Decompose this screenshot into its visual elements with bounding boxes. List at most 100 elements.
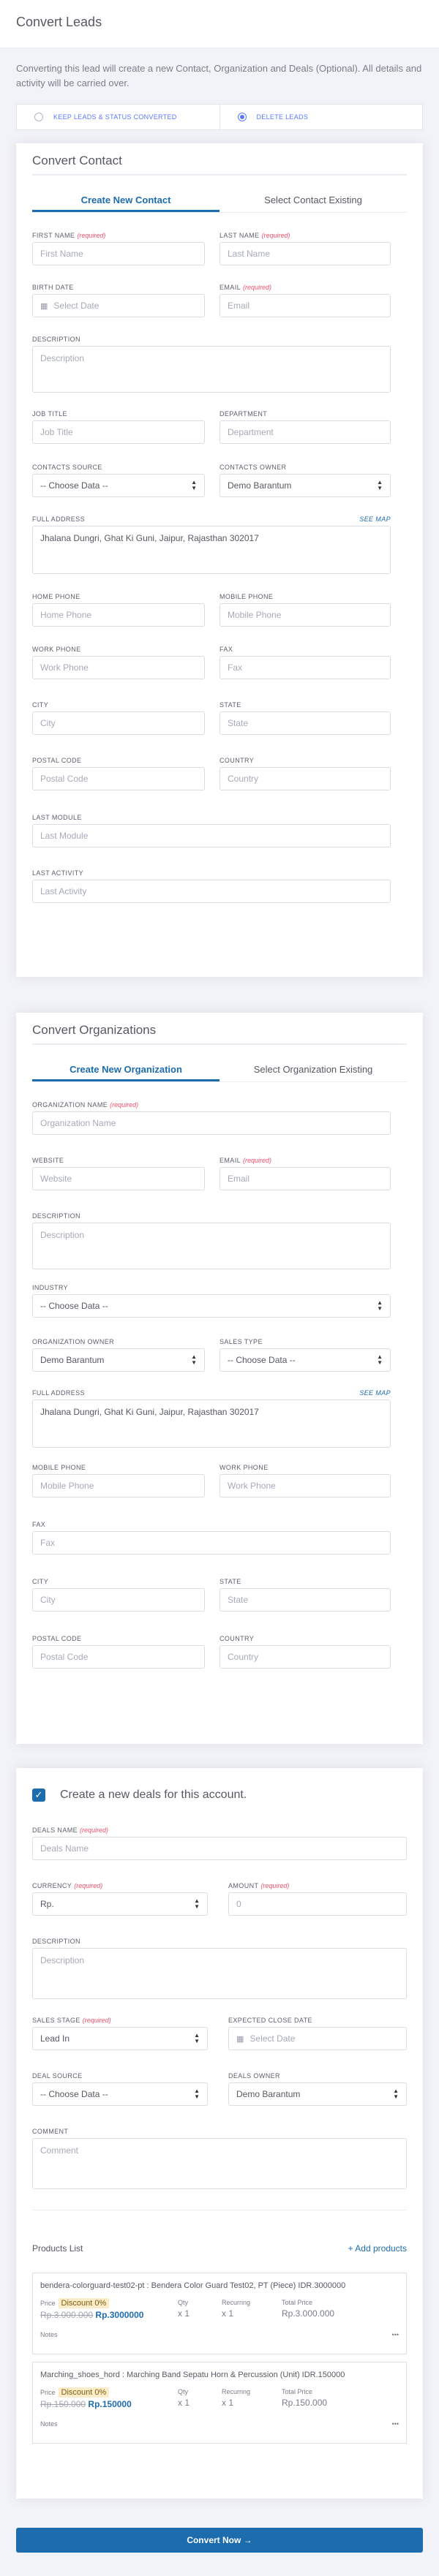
tab-create-new-organization[interactable]: Create New Organization: [32, 1060, 220, 1081]
tab-create-new-contact[interactable]: Create New Contact: [32, 190, 220, 212]
required-marker: (required): [77, 232, 106, 239]
expected-close-date-field[interactable]: ▦ Select Date: [228, 2027, 407, 2050]
sort-arrows-icon: ▲ ▼: [194, 2088, 200, 2100]
tab-select-contact-existing[interactable]: Select Contact Existing: [220, 190, 407, 212]
email-label: EMAIL: [220, 284, 241, 291]
discount-badge: Discount 0%: [58, 2387, 110, 2398]
arrow-right-icon: →: [243, 2535, 252, 2545]
comment-textarea[interactable]: Comment: [32, 2138, 407, 2189]
required-marker: (required): [110, 1101, 139, 1108]
fax-field[interactable]: Fax: [220, 656, 391, 679]
last-module-label: LAST MODULE: [32, 814, 82, 821]
recurring-value: x 1: [222, 2398, 234, 2408]
country-field[interactable]: Country: [220, 767, 391, 790]
intro-text: Converting this lead will create a new C…: [16, 63, 422, 88]
deal-source-select[interactable]: -- Choose Data -- ▲ ▼: [32, 2082, 208, 2106]
website-field[interactable]: Website: [32, 1167, 205, 1190]
create-deals-checkbox-row[interactable]: ✓ Create a new deals for this account.: [32, 1784, 407, 1806]
org-fax-field[interactable]: Fax: [32, 1531, 391, 1555]
add-products-link[interactable]: + Add products: [348, 2243, 407, 2254]
org-country-field[interactable]: Country: [220, 1645, 391, 1669]
org-email-field[interactable]: Email: [220, 1167, 391, 1190]
full-address-textarea[interactable]: Jhalana Dungri, Ghat Ki Guni, Jaipur, Ra…: [32, 526, 391, 574]
deals-description-textarea[interactable]: Description: [32, 1948, 407, 1999]
last-name-field[interactable]: Last Name: [220, 242, 391, 265]
required-marker: (required): [261, 232, 290, 239]
fax-label: FAX: [220, 646, 233, 653]
see-map-link[interactable]: see map: [359, 1389, 391, 1397]
recurring-label: Recurring: [222, 2388, 251, 2395]
discounted-price: Rp.150000: [88, 2399, 132, 2409]
convert-now-label: Convert Now: [187, 2535, 241, 2545]
department-field[interactable]: Department: [220, 420, 391, 444]
total-price-value: Rp.150.000: [282, 2398, 328, 2408]
first-name-field[interactable]: First Name: [32, 242, 205, 265]
tab-select-organization-existing[interactable]: Select Organization Existing: [220, 1060, 407, 1081]
convert-contact-card: Convert Contact Create New Contact Selec…: [16, 143, 423, 977]
birth-date-field[interactable]: ▦ Select Date: [32, 294, 205, 317]
organization-owner-value: Demo Barantum: [40, 1355, 105, 1365]
industry-select[interactable]: -- Choose Data -- ▲ ▼: [32, 1294, 391, 1318]
convert-organizations-card: Convert Organizations Create New Organiz…: [16, 1013, 423, 1744]
more-options-icon[interactable]: •••: [392, 2420, 399, 2428]
total-price-label: Total Price: [282, 2388, 313, 2395]
fax-label: FAX: [32, 1521, 46, 1528]
sales-stage-value: Lead In: [40, 2033, 70, 2044]
work-phone-field[interactable]: Work Phone: [32, 656, 205, 679]
description-textarea[interactable]: Description: [32, 346, 391, 393]
convert-now-button[interactable]: Convert Now →: [16, 2528, 423, 2553]
postal-code-field[interactable]: Postal Code: [32, 767, 205, 790]
org-state-field[interactable]: State: [220, 1588, 391, 1612]
website-label: WEBSITE: [32, 1157, 64, 1164]
calendar-icon: ▦: [40, 301, 48, 311]
org-postal-code-field[interactable]: Postal Code: [32, 1645, 205, 1669]
org-mobile-phone-field[interactable]: Mobile Phone: [32, 1474, 205, 1497]
sales-stage-select[interactable]: Lead In ▲ ▼: [32, 2027, 208, 2050]
job-title-field[interactable]: Job Title: [32, 420, 205, 444]
sales-stage-label: SALES STAGE: [32, 2017, 80, 2024]
email-field[interactable]: Email: [220, 294, 391, 317]
more-options-icon[interactable]: •••: [392, 2331, 399, 2338]
deals-owner-select[interactable]: Demo Barantum ▲ ▼: [228, 2082, 407, 2106]
amount-label: AMOUNT: [228, 1882, 259, 1889]
home-phone-label: HOME PHONE: [32, 593, 80, 600]
currency-label: CURRENCY: [32, 1882, 72, 1889]
contacts-owner-select[interactable]: Demo Barantum ▲ ▼: [220, 474, 391, 497]
mobile-phone-label: MOBILE PHONE: [220, 593, 274, 600]
discounted-price: Rp.3000000: [95, 2310, 144, 2320]
org-work-phone-field[interactable]: Work Phone: [220, 1474, 391, 1497]
radio-delete-label: DELETE LEADS: [256, 113, 309, 121]
deals-name-field[interactable]: Deals Name: [32, 1837, 407, 1860]
state-field[interactable]: State: [220, 711, 391, 735]
full-address-label: FULL ADDRESS: [32, 515, 85, 523]
amount-field[interactable]: 0: [228, 1892, 407, 1916]
home-phone-field[interactable]: Home Phone: [32, 603, 205, 627]
city-field[interactable]: City: [32, 711, 205, 735]
sort-arrows-icon: ▲ ▼: [377, 1299, 383, 1312]
checkmark-icon[interactable]: ✓: [32, 1789, 45, 1802]
currency-select[interactable]: Rp. ▲ ▼: [32, 1892, 208, 1916]
radio-selected-icon: [237, 113, 247, 121]
contacts-source-select[interactable]: -- Choose Data -- ▲ ▼: [32, 474, 205, 497]
city-label: CITY: [32, 701, 49, 709]
org-description-textarea[interactable]: Description: [32, 1223, 391, 1269]
original-price: Rp.3.000.000: [40, 2310, 94, 2320]
sales-type-select[interactable]: -- Choose Data -- ▲ ▼: [220, 1348, 391, 1372]
description-label: DESCRIPTION: [32, 1212, 80, 1220]
org-city-field[interactable]: City: [32, 1588, 205, 1612]
radio-delete-leads[interactable]: DELETE LEADS: [219, 105, 423, 129]
org-full-address-textarea[interactable]: Jhalana Dungri, Ghat Ki Guni, Jaipur, Ra…: [32, 1400, 391, 1448]
organization-owner-select[interactable]: Demo Barantum ▲ ▼: [32, 1348, 205, 1372]
radio-keep-leads[interactable]: KEEP LEADS & STATUS CONVERTED: [17, 105, 220, 129]
last-name-label: LAST NAME: [220, 232, 260, 239]
last-activity-field[interactable]: Last Activity: [32, 880, 391, 903]
organization-name-field[interactable]: Organization Name: [32, 1111, 391, 1135]
contacts-owner-label: CONTACTS OWNER: [220, 464, 287, 471]
job-title-label: JOB TITLE: [32, 410, 67, 418]
see-map-link[interactable]: see map: [359, 515, 391, 523]
description-label: DESCRIPTION: [32, 1938, 80, 1945]
mobile-phone-field[interactable]: Mobile Phone: [220, 603, 391, 627]
last-module-field[interactable]: Last Module: [32, 824, 391, 847]
expected-close-date-label: EXPECTED CLOSE DATE: [228, 2017, 312, 2024]
postal-code-label: POSTAL CODE: [32, 1635, 82, 1642]
